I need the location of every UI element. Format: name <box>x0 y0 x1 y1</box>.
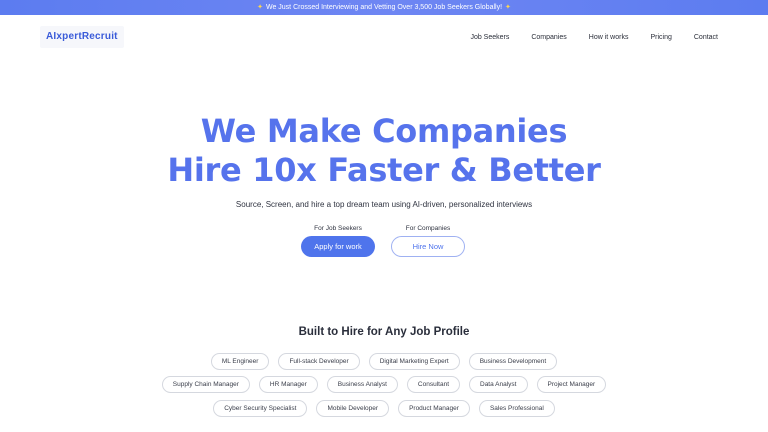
cta-job-seekers: For Job Seekers Apply for work <box>301 224 375 257</box>
job-profile-chip[interactable]: Project Manager <box>536 376 607 393</box>
nav-link-how-it-works[interactable]: How it works <box>589 34 629 41</box>
apply-for-work-button[interactable]: Apply for work <box>301 236 375 257</box>
job-profile-chip[interactable]: Cyber Security Specialist <box>213 400 308 417</box>
job-profile-chip[interactable]: ML Engineer <box>210 353 270 370</box>
job-profile-chip[interactable]: Full-stack Developer <box>278 353 360 370</box>
sparkle-icon: ✦ <box>505 4 511 11</box>
cta-job-seekers-label: For Job Seekers <box>314 225 362 232</box>
job-profile-chip[interactable]: Product Manager <box>398 400 470 417</box>
job-profile-row-2: Supply Chain Manager HR Manager Business… <box>0 376 768 393</box>
job-profile-chip[interactable]: Sales Professional <box>478 400 555 417</box>
hero-subtitle: Source, Screen, and hire a top dream tea… <box>235 200 533 209</box>
nav-links: Job Seekers Companies How it works Prici… <box>470 15 718 59</box>
job-profile-chip[interactable]: Business Analyst <box>326 376 398 393</box>
hero-title: We Make Companies Hire 10x Faster & Bett… <box>0 112 768 190</box>
job-profiles-title: Built to Hire for Any Job Profile <box>298 326 470 338</box>
hero-title-line-1: We Make Companies <box>200 112 568 150</box>
nav-link-contact[interactable]: Contact <box>694 34 718 41</box>
nav-link-job-seekers[interactable]: Job Seekers <box>470 34 509 41</box>
nav-link-pricing[interactable]: Pricing <box>650 34 671 41</box>
top-navigation: AIxpertRecruit Job Seekers Companies How… <box>0 15 768 59</box>
cta-companies: For Companies Hire Now <box>391 224 465 257</box>
job-profile-chip[interactable]: Mobile Developer <box>316 400 390 417</box>
hire-now-button[interactable]: Hire Now <box>391 236 465 257</box>
announcement-banner: ✦ We Just Crossed Interviewing and Vettin… <box>0 0 768 15</box>
logo-prefix: AI <box>46 31 57 42</box>
announcement-text: We Just Crossed Interviewing and Vetting… <box>265 4 503 11</box>
hero-title-line-2: Hire 10x Faster & Better <box>167 151 601 189</box>
job-profile-chip[interactable]: Supply Chain Manager <box>161 376 250 393</box>
job-profile-row-1: ML Engineer Full-stack Developer Digital… <box>0 353 768 370</box>
job-profile-row-3: Cyber Security Specialist Mobile Develop… <box>0 400 768 417</box>
nav-link-companies[interactable]: Companies <box>531 34 566 41</box>
job-profile-chip[interactable]: HR Manager <box>258 376 318 393</box>
job-profile-chip[interactable]: Data Analyst <box>469 376 528 393</box>
cta-companies-label: For Companies <box>405 225 451 232</box>
logo[interactable]: AIxpertRecruit <box>40 26 124 48</box>
logo-text: xpertRecruit <box>56 31 118 42</box>
job-profile-chip[interactable]: Consultant <box>406 376 460 393</box>
job-profile-chip[interactable]: Business Development <box>468 353 558 370</box>
sparkle-icon: ✦ <box>257 4 263 11</box>
job-profile-chip[interactable]: Digital Marketing Expert <box>368 353 460 370</box>
